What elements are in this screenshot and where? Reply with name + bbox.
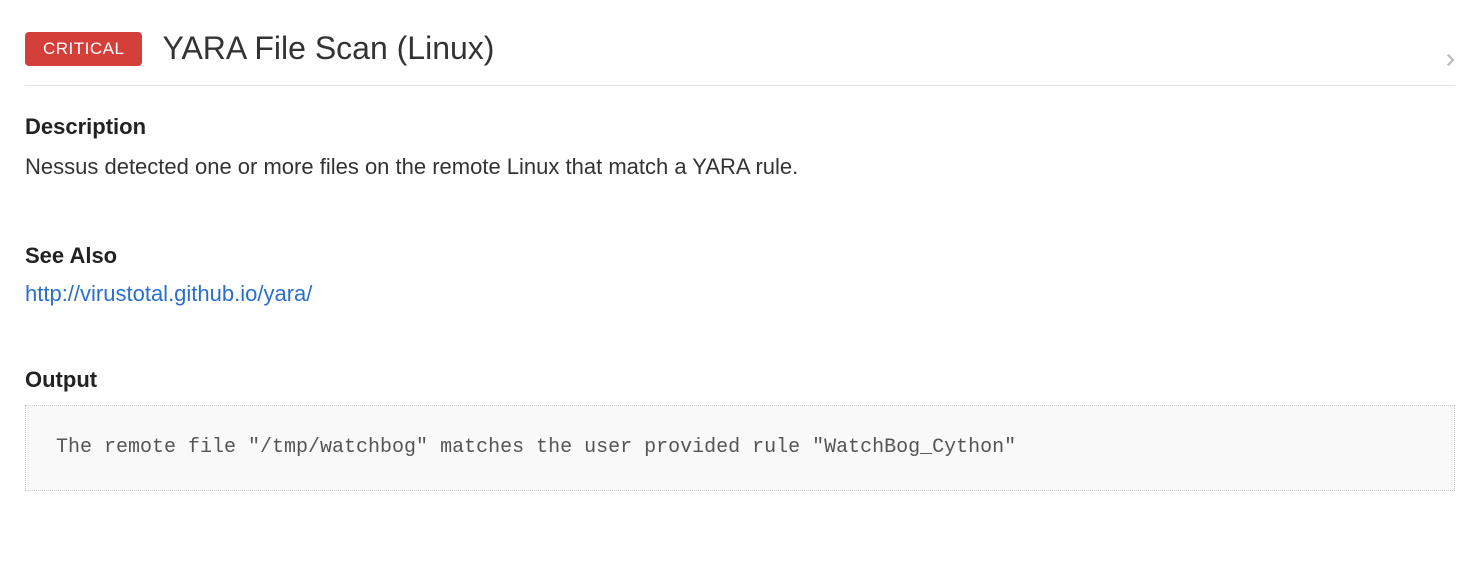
output-heading: Output: [25, 367, 1455, 393]
see-also-heading: See Also: [25, 243, 1455, 269]
see-also-link[interactable]: http://virustotal.github.io/yara/: [25, 281, 312, 307]
description-section: Description Nessus detected one or more …: [25, 114, 1455, 183]
finding-header[interactable]: CRITICAL YARA File Scan (Linux): [25, 30, 1455, 86]
severity-badge: CRITICAL: [25, 32, 142, 66]
description-heading: Description: [25, 114, 1455, 140]
see-also-section: See Also http://virustotal.github.io/yar…: [25, 243, 1455, 367]
output-section: Output The remote file "/tmp/watchbog" m…: [25, 367, 1455, 491]
output-content: The remote file "/tmp/watchbog" matches …: [25, 405, 1455, 491]
chevron-right-icon: [1441, 51, 1455, 65]
finding-title: YARA File Scan (Linux): [162, 30, 494, 67]
description-text: Nessus detected one or more files on the…: [25, 152, 1455, 183]
